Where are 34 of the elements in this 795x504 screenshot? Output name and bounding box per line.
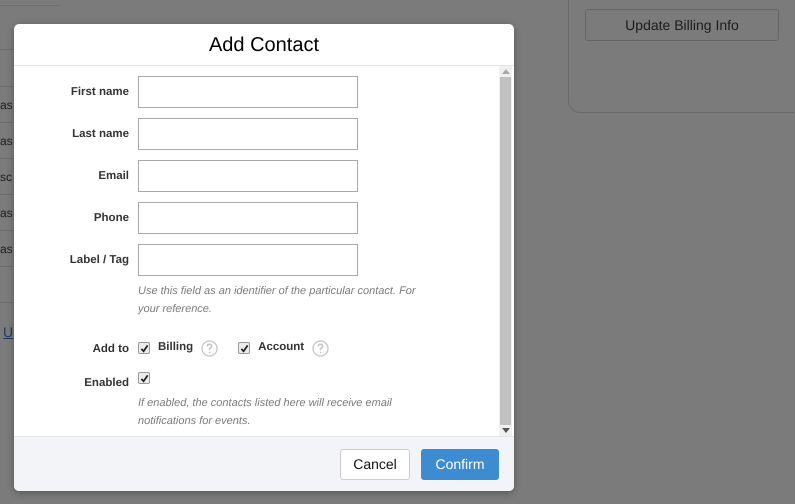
input-field[interactable] [138, 202, 358, 234]
table-cell-text: as [0, 204, 13, 222]
link[interactable]: U [3, 324, 14, 340]
checkbox-label: Account [258, 340, 304, 356]
scrollbar-thumb[interactable] [500, 77, 511, 425]
dialog-title: Add Contact [208, 32, 320, 58]
checkbox-label: Billing [158, 340, 194, 356]
scroll-up-icon[interactable] [502, 69, 510, 74]
hint-text: Use this field as an identifier of the particular contact. For your reference. [138, 284, 417, 317]
table-cell-text: as [0, 96, 13, 114]
checkbox[interactable] [238, 342, 250, 354]
checkbox[interactable] [138, 342, 150, 354]
confirm-button[interactable]: Confirm [421, 448, 499, 480]
field-label: Email [98, 170, 129, 182]
help-icon[interactable] [312, 340, 330, 356]
input-field[interactable] [138, 118, 358, 150]
checkbox[interactable] [138, 372, 150, 384]
hint-text: If enabled, the contacts listed here will receive email notifications for events. [138, 396, 393, 429]
cancel-button[interactable]: Cancel [340, 448, 410, 480]
field-label: Phone [94, 212, 129, 224]
scroll-down-icon[interactable] [502, 428, 510, 433]
field-label: Label / Tag [70, 254, 129, 266]
help-icon[interactable] [201, 340, 218, 356]
field-label: Enabled [84, 377, 129, 389]
input-field[interactable] [138, 160, 358, 192]
table-cell-text: as [0, 240, 13, 258]
input-field[interactable] [138, 76, 358, 108]
field-label: First name [70, 86, 129, 98]
input-field[interactable] [138, 244, 358, 276]
field-label: Add to [92, 343, 129, 355]
table-cell-text: sc [0, 168, 12, 186]
update-billing-button[interactable]: Update Billing Info [585, 9, 779, 41]
field-label: Last name [72, 128, 129, 140]
table-cell-text: as [0, 132, 13, 150]
